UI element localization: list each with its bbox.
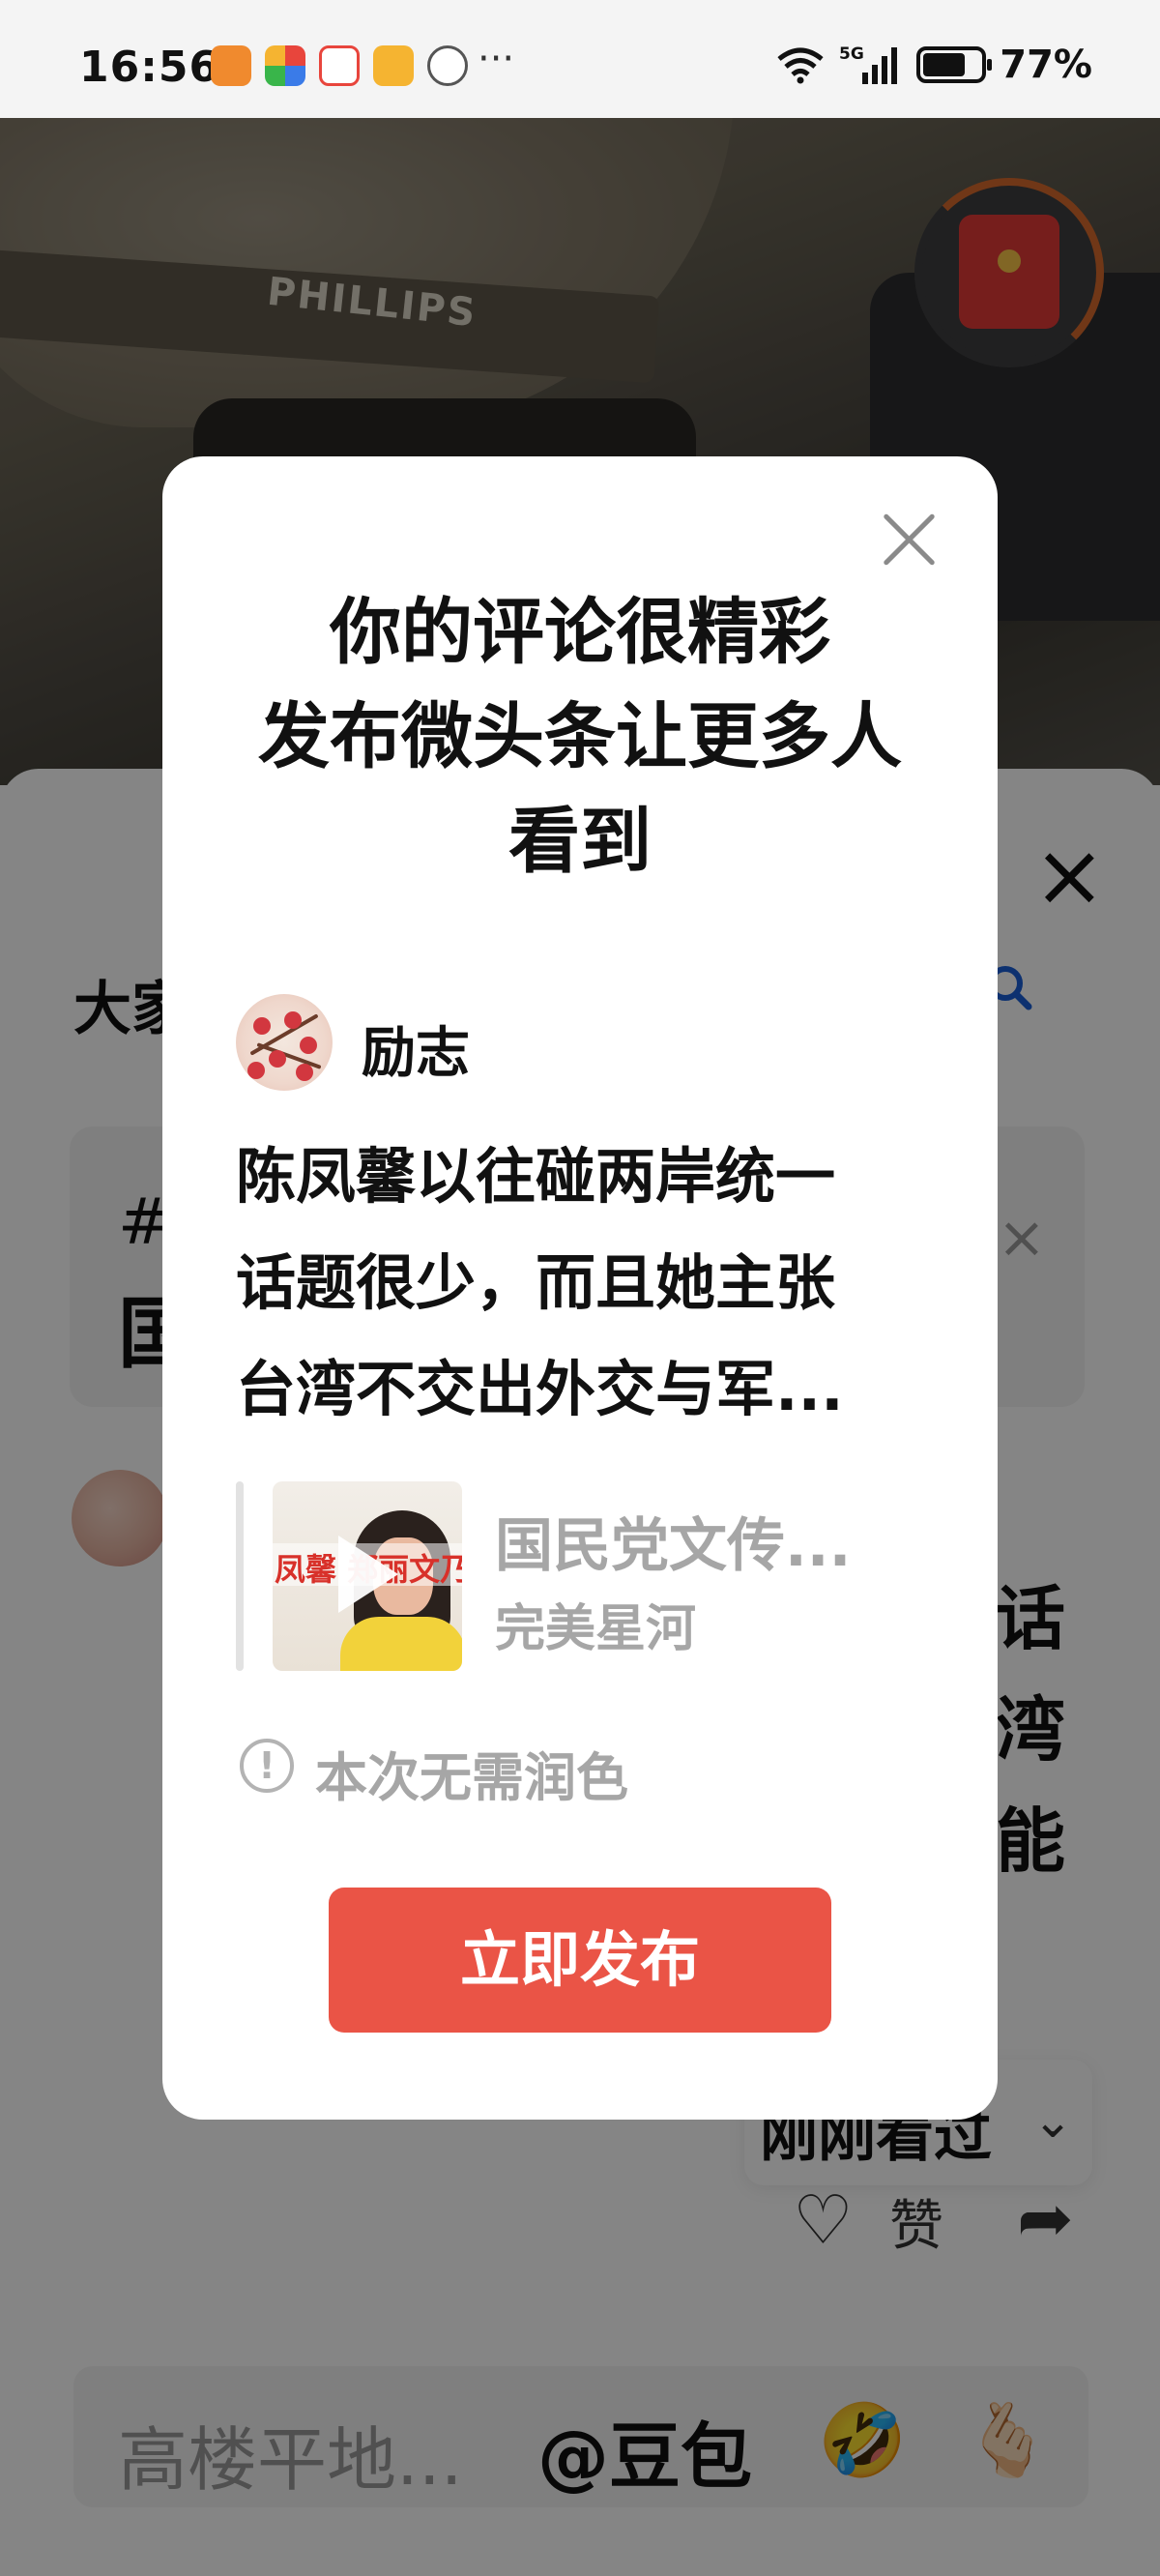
polish-hint: 本次无需润色 bbox=[315, 1747, 628, 1808]
status-right-cluster: 5G 77% bbox=[775, 43, 1092, 87]
dialog-title: 你的评论很精彩 发布微头条让更多人 看到 bbox=[162, 580, 998, 893]
bag-app-icon bbox=[373, 45, 414, 86]
quote-bar bbox=[236, 1481, 244, 1671]
hand-app-icon bbox=[427, 45, 468, 86]
status-bar: 16:56 ··· 5G 77% bbox=[0, 0, 1160, 118]
video-thumbnail[interactable]: 凤馨 郑丽文乃菁 bbox=[273, 1481, 462, 1671]
info-icon: ! bbox=[240, 1739, 294, 1793]
dialog-title-line: 看到 bbox=[508, 800, 652, 884]
post-preview-text: 陈凤馨以往碰两岸统一 话题很少，而且她主张 台湾不交出外交与军... bbox=[236, 1124, 951, 1443]
publish-dialog: 你的评论很精彩 发布微头条让更多人 看到 励志 陈凤馨以往碰两岸统一 话题很少，… bbox=[162, 456, 998, 2120]
battery-icon bbox=[916, 46, 993, 83]
play-icon bbox=[338, 1536, 398, 1613]
wifi-icon bbox=[777, 47, 824, 84]
network-type-label: 5G bbox=[839, 44, 864, 64]
avatar-blossom bbox=[247, 1062, 265, 1079]
post-preview-line: 话题很少，而且她主张 bbox=[236, 1247, 836, 1318]
avatar-blossom bbox=[284, 1011, 302, 1029]
thumb-body bbox=[340, 1617, 462, 1671]
battery-percent: 77% bbox=[1000, 43, 1092, 87]
heart-app-icon bbox=[211, 45, 251, 86]
status-time: 16:56 bbox=[79, 43, 220, 92]
post-preview-line: 陈凤馨以往碰两岸统一 bbox=[236, 1141, 836, 1212]
dialog-title-line: 发布微头条让更多人 bbox=[258, 695, 902, 779]
avatar-blossom bbox=[300, 1037, 317, 1054]
avatar-blossom bbox=[269, 1050, 286, 1068]
dialog-title-line: 你的评论很精彩 bbox=[330, 591, 830, 674]
618-app-icon bbox=[319, 45, 360, 86]
publish-now-button[interactable]: 立即发布 bbox=[329, 1888, 831, 2033]
linked-article-source: 完美星河 bbox=[495, 1600, 697, 1658]
avatar-blossom bbox=[296, 1064, 313, 1081]
avatar bbox=[236, 994, 333, 1091]
author-name: 励志 bbox=[362, 1022, 470, 1085]
post-preview-line: 台湾不交出外交与军... bbox=[236, 1354, 844, 1424]
status-overflow-icon: ··· bbox=[478, 37, 515, 81]
avatar-blossom bbox=[253, 1017, 271, 1035]
linked-article-title: 国民党文传... bbox=[495, 1512, 852, 1580]
close-icon[interactable] bbox=[880, 511, 938, 569]
colorful-app-icon bbox=[265, 45, 305, 86]
signal-5g-icon: 5G bbox=[839, 44, 898, 84]
battery-fill bbox=[923, 53, 966, 76]
